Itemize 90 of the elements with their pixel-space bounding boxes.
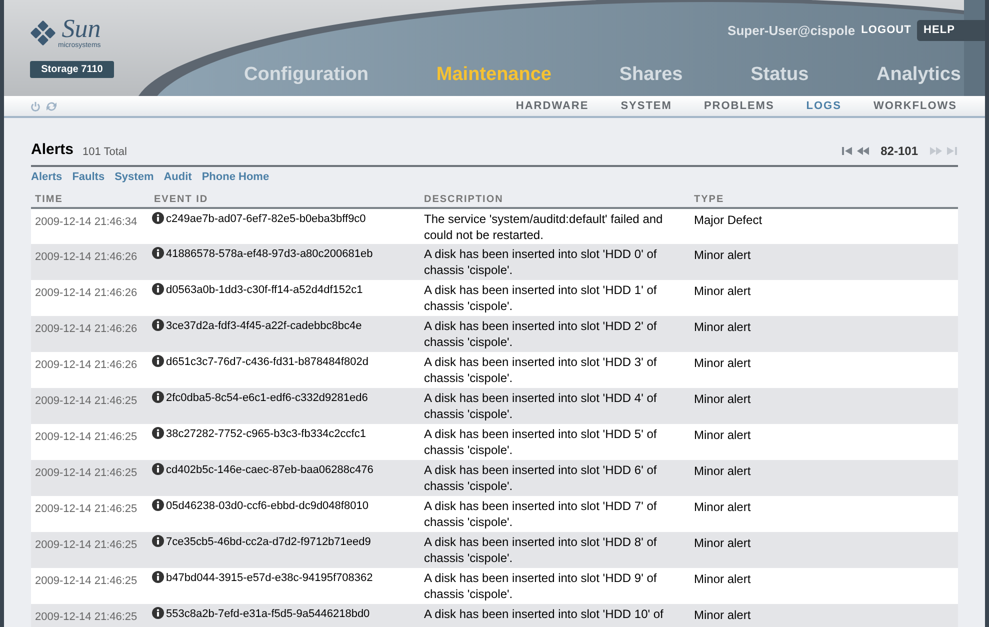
- event-id-cell-text: 3ce37d2a-fdf3-4f45-a22f-cadebbc8bc4e: [166, 319, 362, 334]
- logout-link[interactable]: LOGOUT: [861, 22, 912, 38]
- subnav-tab[interactable]: LOGS: [806, 98, 842, 114]
- product-label: Storage 7110: [30, 61, 114, 78]
- column-header: EVENT ID: [154, 194, 208, 205]
- subnav-tab[interactable]: SYSTEM: [620, 98, 672, 114]
- info-icon[interactable]: [152, 247, 164, 259]
- previous-page-icon[interactable]: [856, 146, 870, 156]
- event-id-cell-text: 553c8a2b-7efd-e31a-f5d5-9a5446218bd0: [166, 607, 370, 622]
- log-type-link[interactable]: Phone Home: [202, 168, 270, 185]
- log-type-link[interactable]: Faults: [72, 168, 105, 185]
- type-cell: Minor alert: [694, 392, 751, 406]
- time-cell: 2009-12-14 21:46:25: [35, 575, 138, 587]
- time-cell: 2009-12-14 21:46:25: [35, 467, 138, 479]
- page-range: 82-101: [880, 142, 918, 160]
- description-cell-text: A disk has been inserted into slot 'HDD 8' of chassis 'cispole'.: [424, 534, 658, 566]
- info-icon[interactable]: [152, 499, 164, 511]
- event-id-cell-text: 7ce35cb5-46bd-cc2a-d7d2-f9712b71eed9: [166, 535, 371, 550]
- event-id-cell-text: cd402b5c-146e-caec-87eb-baa06288c476: [166, 463, 374, 478]
- description-cell-text: A disk has been inserted into slot 'HDD 7' of chassis 'cispole'.: [424, 498, 658, 530]
- log-type-link[interactable]: Audit: [164, 168, 192, 185]
- nav-tab[interactable]: Maintenance: [436, 60, 552, 89]
- info-icon[interactable]: [152, 391, 164, 403]
- type-cell: Minor alert: [694, 572, 751, 586]
- description-cell-text: A disk has been inserted into slot 'HDD 3' of chassis 'cispole'.: [424, 354, 658, 386]
- description-cell-text: A disk has been inserted into slot 'HDD 9' of chassis 'cispole'.: [424, 570, 658, 602]
- subnav-tab[interactable]: HARDWARE: [516, 98, 589, 114]
- description-cell-text: A disk has been inserted into slot 'HDD 5' of chassis 'cispole'.: [424, 426, 658, 458]
- description-cell-text: A disk has been inserted into slot 'HDD 6' of chassis 'cispole'.: [424, 462, 658, 494]
- time-cell: 2009-12-14 21:46:34: [35, 216, 138, 228]
- help-button[interactable]: HELP: [917, 20, 985, 40]
- subnav-tab[interactable]: WORKFLOWS: [873, 98, 957, 114]
- type-cell: Minor alert: [694, 608, 751, 622]
- type-cell: Minor alert: [694, 428, 751, 442]
- info-icon[interactable]: [152, 607, 164, 619]
- nav-tab[interactable]: Analytics: [876, 60, 961, 89]
- type-cell: Minor alert: [694, 320, 751, 334]
- time-cell: 2009-12-14 21:46:26: [35, 251, 138, 263]
- event-id-cell-text: 2fc0dba5-8c54-e6c1-edf6-c332d9281ed6: [166, 391, 368, 406]
- description-cell-text: A disk has been inserted into slot 'HDD 4' of chassis 'cispole'.: [424, 390, 658, 422]
- info-icon[interactable]: [152, 571, 164, 583]
- column-header: DESCRIPTION: [424, 194, 504, 205]
- event-id-cell-text: 38c27282-7752-c965-b3c3-fb334c2ccfc1: [166, 427, 366, 442]
- type-cell: Minor alert: [694, 536, 751, 550]
- nav-tab[interactable]: Shares: [619, 60, 683, 89]
- time-cell: 2009-12-14 21:46:25: [35, 395, 138, 407]
- user-name: Super-User@cispole: [728, 22, 856, 40]
- description-cell-text: A disk has been inserted into slot 'HDD 0' of chassis 'cispole'.: [424, 246, 658, 278]
- info-icon[interactable]: [152, 319, 164, 331]
- column-header: TYPE: [694, 194, 724, 205]
- first-page-icon[interactable]: [840, 146, 855, 156]
- event-id-cell-text: 41886578-578a-ef48-97d3-a80c200681eb: [166, 247, 373, 262]
- event-id-cell-text: d0563a0b-1dd3-c30f-ff14-a52d4df152c1: [166, 283, 363, 298]
- type-cell: Minor alert: [694, 464, 751, 478]
- column-header: TIME: [35, 194, 63, 205]
- info-icon[interactable]: [152, 212, 164, 224]
- type-cell: Minor alert: [694, 356, 751, 370]
- log-type-link[interactable]: System: [114, 168, 154, 185]
- nav-tab[interactable]: Configuration: [244, 60, 369, 89]
- time-cell: 2009-12-14 21:46:26: [35, 323, 138, 335]
- time-cell: 2009-12-14 21:46:25: [35, 431, 138, 443]
- info-icon[interactable]: [152, 535, 164, 547]
- total-count: 101 Total: [82, 145, 127, 160]
- info-icon[interactable]: [152, 427, 164, 439]
- time-cell: 2009-12-14 21:46:26: [35, 287, 138, 299]
- logo-icon: [30, 20, 56, 46]
- info-icon[interactable]: [152, 463, 164, 475]
- time-cell: 2009-12-14 21:46:25: [35, 611, 138, 623]
- nav-tab[interactable]: Status: [750, 60, 809, 89]
- description-cell-text: A disk has been inserted into slot 'HDD 1' of chassis 'cispole'.: [424, 282, 658, 314]
- subnav-tab[interactable]: PROBLEMS: [704, 98, 774, 114]
- description-cell-text: The service 'system/auditd:default' failed and could not be restarted.: [424, 211, 664, 243]
- description-cell-text: A disk has been inserted into slot 'HDD 2' of chassis 'cispole'.: [424, 318, 658, 350]
- type-cell: Minor alert: [694, 284, 751, 298]
- section-title: Alerts: [31, 140, 74, 160]
- brand-name: Sun: [62, 16, 101, 42]
- info-icon[interactable]: [152, 355, 164, 367]
- event-id-cell-text: 05d46238-03d0-ccf6-ebbd-dc9d048f8010: [166, 499, 368, 514]
- type-cell: Minor alert: [694, 248, 751, 262]
- time-cell: 2009-12-14 21:46:25: [35, 503, 138, 515]
- time-cell: 2009-12-14 21:46:25: [35, 539, 138, 551]
- type-cell: Minor alert: [694, 500, 751, 514]
- log-type-link[interactable]: Alerts: [31, 168, 62, 185]
- event-id-cell-text: c249ae7b-ad07-6ef7-82e5-b0eba3bff9c0: [166, 212, 366, 227]
- description-cell-text: A disk has been inserted into slot 'HDD 10' of: [424, 606, 664, 622]
- event-id-cell-text: b47bd044-3915-e57d-e38c-94195f708362: [166, 571, 373, 586]
- event-id-cell-text: d651c3c7-76d7-c436-fd31-b878484f802d: [166, 355, 368, 370]
- time-cell: 2009-12-14 21:46:26: [35, 359, 138, 371]
- info-icon[interactable]: [152, 283, 164, 295]
- type-cell: Major Defect: [694, 213, 762, 227]
